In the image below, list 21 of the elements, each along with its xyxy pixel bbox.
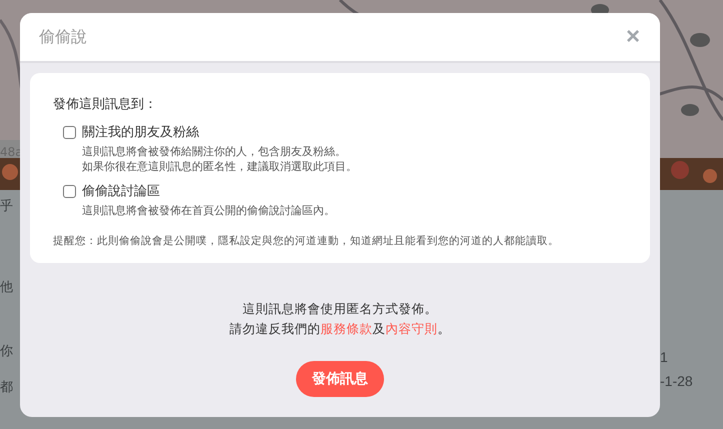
notice-text: 這則訊息將會使用匿名方式發佈。 (242, 300, 438, 318)
reminder-text: 提醒您：此則偷偷說會是公開噗，隱私設定與您的河道連動，知道網址且能看到您的河道的人都能讀取。 (53, 234, 560, 248)
option-description: 這則訊息將會被發佈在首頁公開的偷偷說討論區內。 (82, 203, 336, 218)
option-description: 這則訊息將會被發佈給關注你的人，包含朋友及粉絲。 如果你很在意這則訊息的匿名性，建議取消選取此項目。 (82, 144, 358, 174)
background-text: -1-28 (660, 373, 693, 389)
background-text: 他 (0, 279, 13, 296)
background-text: 1 (660, 349, 668, 365)
section-label: 發佈這則訊息到： (53, 96, 158, 113)
guidelines-link[interactable]: 內容守則 (386, 321, 438, 336)
dialog-title: 偷偷說 (39, 26, 87, 48)
background-text: 都 (0, 379, 13, 396)
close-button[interactable]: × (624, 25, 642, 49)
rules-text: 請勿違反我們的服務條款及內容守則。 (230, 320, 450, 338)
option-label: 偷偷說討論區 (82, 183, 160, 200)
terms-link[interactable]: 服務條款 (320, 321, 372, 336)
checkbox[interactable] (63, 184, 76, 198)
submit-button[interactable]: 發佈訊息 (296, 361, 384, 397)
background-text: 你 (0, 343, 13, 360)
checkbox[interactable] (63, 126, 76, 138)
option-label: 關注我的朋友及粉絲 (82, 124, 199, 141)
background-text: 乎 (0, 198, 13, 215)
